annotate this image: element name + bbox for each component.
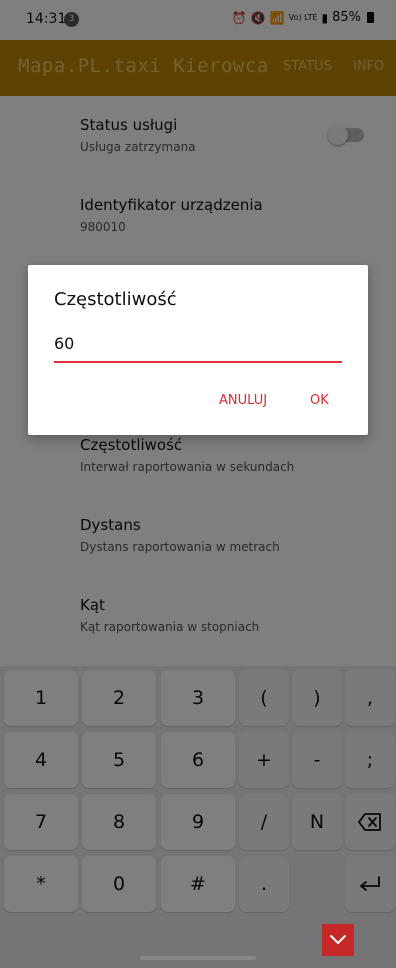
chevron-down-icon	[330, 935, 346, 944]
dialog-title: Częstotliwość	[54, 289, 177, 310]
navigation-handle[interactable]	[140, 956, 256, 960]
frequency-input[interactable]	[54, 329, 342, 363]
ok-button[interactable]: OK	[310, 393, 329, 408]
dialog-scrim[interactable]	[0, 0, 396, 968]
frequency-dialog: Częstotliwość ANULUJ OK	[28, 265, 368, 435]
hide-keyboard-button[interactable]	[322, 924, 354, 956]
cancel-button[interactable]: ANULUJ	[219, 393, 267, 408]
